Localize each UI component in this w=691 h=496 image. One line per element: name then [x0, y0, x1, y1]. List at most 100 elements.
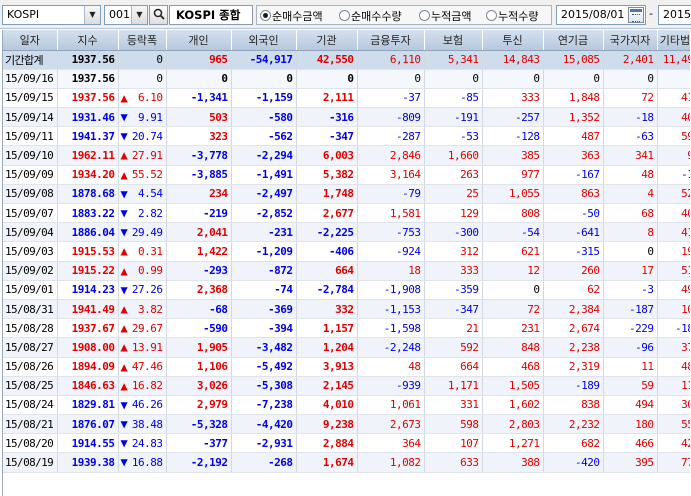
- calendar-icon[interactable]: [628, 7, 644, 23]
- radio-unchecked-icon: [419, 10, 430, 21]
- value-cell: 664: [296, 261, 358, 281]
- value-cell: 115: [657, 376, 690, 396]
- value-cell: 0: [603, 69, 658, 89]
- value-cell: 1,055: [482, 184, 544, 205]
- table-row[interactable]: 15/09/03 1915.53 ▲ 0.31 1,422 -1,209 -406 -924 3…: [3, 241, 690, 262]
- table-row[interactable]: 15/09/14 1931.46 ▼ 9.91 503 -580 -316 -809 -191-…: [3, 107, 690, 128]
- value-cell: -377: [166, 433, 232, 454]
- value-cell: -85: [424, 88, 483, 109]
- column-header[interactable]: 등락폭: [118, 30, 167, 51]
- table-row[interactable]: 15/09/09 1934.20 ▲ 55.52 -3,885 -1,491 5,382 3,…: [3, 165, 690, 185]
- index-cell: 1894.09: [57, 357, 119, 377]
- radio-net-buy-amount[interactable]: 순매수금액: [260, 8, 323, 24]
- triangle-up-icon: ▲: [120, 244, 128, 259]
- table-row[interactable]: 15/08/21 1876.07 ▼ 38.48 -5,328 -4,420 9,238 2,…: [3, 414, 690, 435]
- date-cell: 15/08/19: [3, 452, 58, 473]
- value-cell: 553: [657, 414, 690, 435]
- table-row[interactable]: 15/09/161937.560000000000: [3, 69, 690, 89]
- column-header[interactable]: 외국인: [231, 30, 297, 51]
- summary-row[interactable]: 기간합계 1937.56 0 965 -54,917 42,550 6,110 5,341 14…: [3, 50, 690, 70]
- index-cell: 1908.00: [57, 337, 119, 358]
- value-cell: -4,420: [231, 414, 297, 435]
- value-cell: 388: [482, 452, 544, 473]
- column-header[interactable]: 개인: [166, 30, 232, 51]
- value-cell: 68: [603, 203, 658, 224]
- column-header[interactable]: 지수: [57, 30, 119, 51]
- table-row[interactable]: 15/09/11 1941.37 ▼ 20.74 323 -562 -347 -287 -53-…: [3, 126, 690, 147]
- table-row[interactable]: 15/09/04 1886.04 ▼ 29.49 2,041 -231 -2,225 -753…: [3, 222, 690, 243]
- value-cell: -219: [166, 203, 232, 224]
- value-cell: -2,225: [296, 222, 358, 243]
- table-row[interactable]: 15/08/27 1908.00 ▲ 13.91 1,905 -3,482 1,204 -2,…: [3, 337, 690, 358]
- value-cell: 409: [657, 107, 690, 128]
- value-cell: 4,010: [296, 395, 358, 416]
- end-date-value: 2015: [663, 8, 691, 21]
- column-header[interactable]: 기타법인: [657, 30, 690, 51]
- code-select[interactable]: 001 ▼: [104, 5, 148, 25]
- date-range-separator: -: [649, 7, 653, 20]
- value-cell: 72: [482, 299, 544, 320]
- column-header[interactable]: 투신: [482, 30, 544, 51]
- end-date-field[interactable]: 2015: [658, 5, 691, 25]
- table-row[interactable]: 15/08/26 1894.09 ▲ 47.46 1,106 -5,492 3,913 48 6…: [3, 357, 690, 377]
- table-row[interactable]: 15/08/31 1941.49 ▲ 3.82 -68 -369 332 -1,153 -347…: [3, 299, 690, 320]
- table-row[interactable]: 15/09/07 1883.22 ▼ 2.82 -219 -2,852 2,677 1,581…: [3, 203, 690, 224]
- value-cell: 1,422: [166, 241, 232, 262]
- column-header[interactable]: 보험: [424, 30, 483, 51]
- value-cell: -316: [296, 107, 358, 128]
- column-header[interactable]: 국가지자: [603, 30, 658, 51]
- column-header[interactable]: 기관: [296, 30, 358, 51]
- value-cell: 3,026: [166, 376, 232, 396]
- table-row[interactable]: 15/08/25 1846.63 ▲ 16.82 3,026 -5,308 2,145 -93…: [3, 376, 690, 396]
- market-select[interactable]: KOSPI ▼: [2, 5, 101, 25]
- value-cell: -1,341: [166, 88, 232, 109]
- value-cell: -590: [166, 318, 232, 339]
- value-cell: 2,401: [603, 50, 658, 70]
- toolbar: KOSPI ▼ 001 ▼ KOSPI 종합 순매수금액 순매수수량 누적금액 …: [0, 0, 691, 29]
- chevron-down-icon[interactable]: ▼: [131, 6, 147, 24]
- value-cell: 1,171: [424, 376, 483, 396]
- column-header[interactable]: 일자: [3, 30, 58, 51]
- value-cell: 409: [657, 203, 690, 224]
- column-header[interactable]: 연기금: [543, 30, 604, 51]
- change-value: 29.49: [131, 225, 163, 239]
- radio-cumulative-quantity[interactable]: 누적수량: [486, 8, 538, 24]
- table-row[interactable]: 15/09/02 1915.22 ▲ 0.99 -293 -872 664 18 333 12 26…: [3, 261, 690, 281]
- value-cell: 0: [357, 69, 425, 89]
- column-header[interactable]: 금융투자: [357, 30, 425, 51]
- change-cell: ▲ 16.82: [118, 376, 167, 396]
- value-cell: -1,491: [231, 165, 297, 185]
- triangle-up-icon: ▲: [120, 321, 128, 336]
- value-cell: -2,248: [357, 337, 425, 358]
- value-cell: 4: [603, 184, 658, 205]
- table-row[interactable]: 15/09/08 1878.68 ▼ 4.54 234 -2,497 1,748 -79 25 1…: [3, 184, 690, 205]
- radio-cumulative-amount[interactable]: 누적금액: [419, 8, 471, 24]
- radio-net-buy-quantity[interactable]: 순매수수량: [339, 8, 402, 24]
- table-row[interactable]: 15/08/28 1937.67 ▲ 29.67 -590 -394 1,157 -1,598…: [3, 318, 690, 339]
- triangle-up-icon: ▲: [120, 359, 128, 374]
- value-cell: 1,157: [296, 318, 358, 339]
- value-cell: 333: [482, 88, 544, 109]
- value-cell: 492: [657, 280, 690, 300]
- table-row[interactable]: 15/08/24 1829.81 ▼ 46.26 2,979 -7,238 4,010 1,0…: [3, 395, 690, 416]
- search-button[interactable]: [149, 5, 168, 25]
- table-row[interactable]: 15/09/01 1914.23 ▼ 27.26 2,368 -74 -2,784 -1,90…: [3, 280, 690, 300]
- value-cell: 21: [424, 318, 483, 339]
- index-cell: 1914.55: [57, 433, 119, 454]
- start-date-field[interactable]: 2015/08/01: [556, 5, 646, 25]
- value-cell: -74: [231, 280, 297, 300]
- index-cell: 1829.81: [57, 395, 119, 416]
- table-row[interactable]: 15/08/19 1939.38 ▼ 16.88 -2,192 -268 1,674 1,08…: [3, 452, 690, 473]
- table-row[interactable]: 15/08/20 1914.55 ▼ 24.83 -377 -2,931 2,884 364 1…: [3, 433, 690, 454]
- value-cell: 1,602: [482, 395, 544, 416]
- change-value: 16.88: [131, 456, 163, 470]
- table-row[interactable]: 15/09/10 1962.11 ▲ 27.91 -3,778 -2,294 6,003 2,…: [3, 145, 690, 166]
- value-cell: -257: [482, 107, 544, 128]
- table-row[interactable]: 15/09/15 1937.56 ▲ 6.10 -1,341 -1,159 2,111 -37…: [3, 88, 690, 109]
- value-cell: 1,352: [543, 107, 604, 128]
- value-cell: -394: [231, 318, 297, 339]
- chevron-down-icon[interactable]: ▼: [84, 6, 100, 24]
- triangle-down-icon: ▼: [120, 110, 128, 125]
- value-cell: 863: [543, 184, 604, 205]
- value-cell: 48: [603, 165, 658, 185]
